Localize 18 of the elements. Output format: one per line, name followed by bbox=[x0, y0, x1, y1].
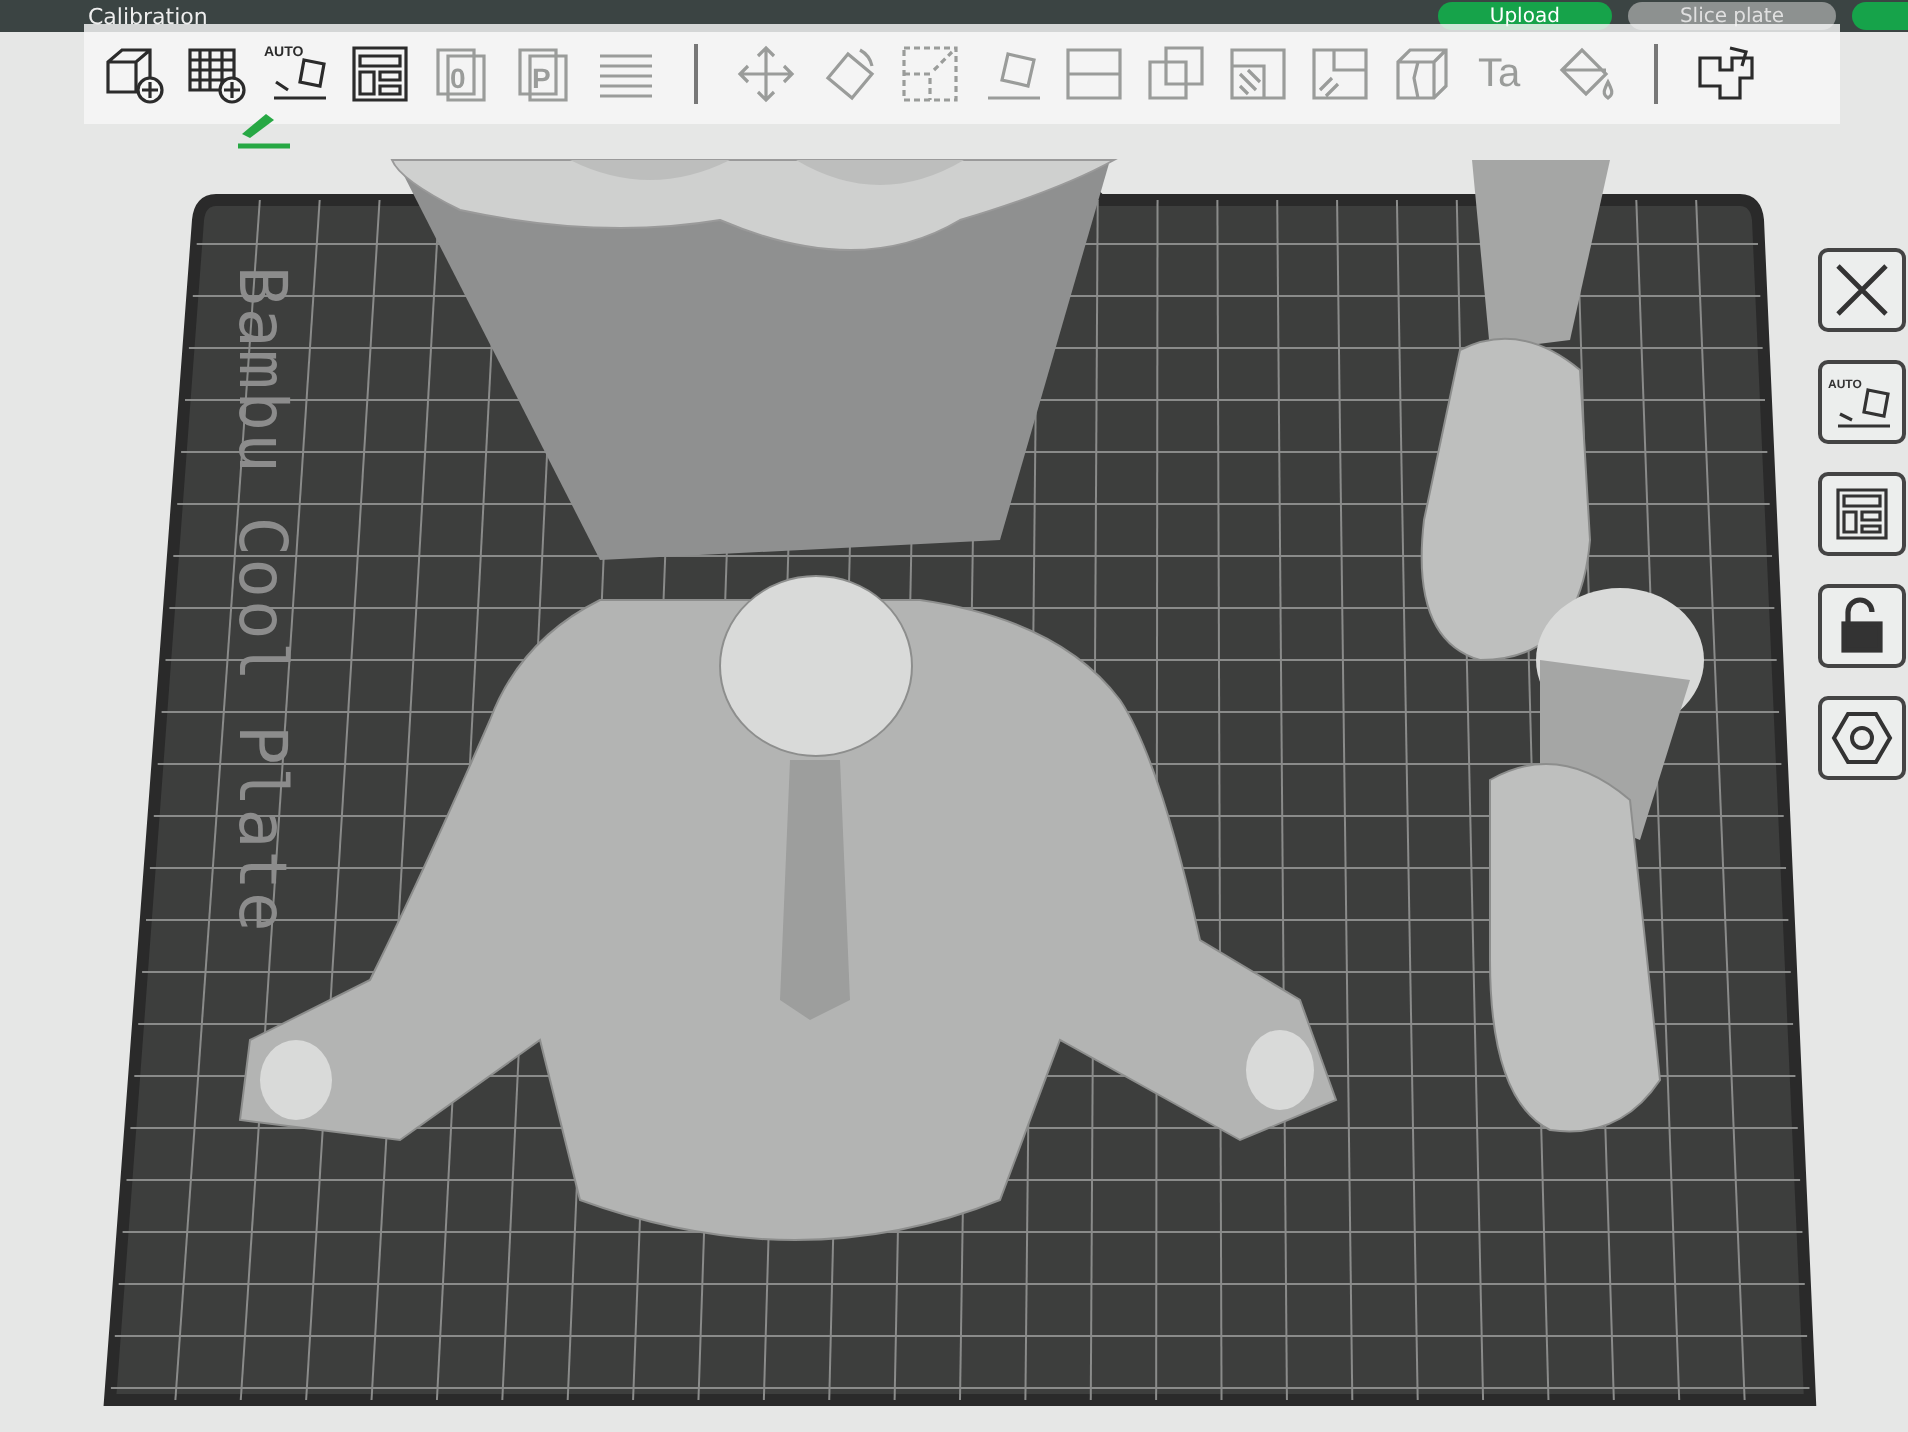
hatched-corner-icon bbox=[1308, 42, 1372, 106]
settings-icon bbox=[1830, 706, 1894, 770]
plate-tool-button[interactable] bbox=[1818, 584, 1906, 668]
plate-tool-button[interactable] bbox=[1818, 248, 1906, 332]
add-grid-icon bbox=[184, 42, 248, 106]
window-title: Calibration bbox=[88, 3, 208, 29]
scale-icon bbox=[898, 42, 962, 106]
seam-icon bbox=[1390, 42, 1454, 106]
arrange-icon bbox=[1830, 482, 1894, 546]
arrange-icon bbox=[348, 42, 412, 106]
support-paint-icon bbox=[1226, 42, 1290, 106]
plate-tool-button[interactable] bbox=[1818, 696, 1906, 780]
cut-icon bbox=[1062, 42, 1126, 106]
paint-bucket-icon bbox=[1554, 42, 1618, 106]
move-icon bbox=[734, 42, 798, 106]
plate-tool-button[interactable] bbox=[1818, 472, 1906, 556]
boolean-icon bbox=[1144, 42, 1208, 106]
add-cube-icon bbox=[102, 42, 166, 106]
